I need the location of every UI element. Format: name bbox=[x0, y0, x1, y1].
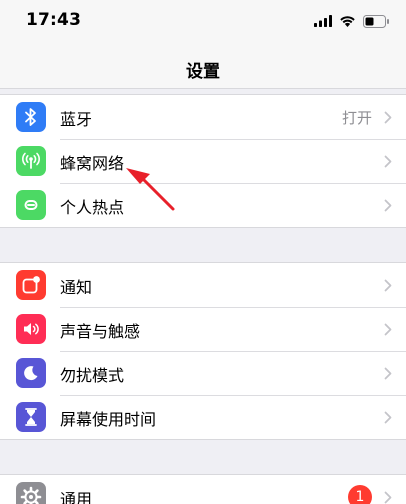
chevron-right-icon bbox=[384, 411, 392, 424]
settings-row-label: 屏幕使用时间 bbox=[60, 410, 157, 429]
settings-group-general: 通用 1 bbox=[0, 474, 406, 504]
settings-row-do-not-disturb[interactable]: 勿扰模式 bbox=[0, 351, 406, 395]
navigation-bar: 设置 bbox=[0, 42, 406, 89]
wifi-icon bbox=[340, 16, 355, 27]
chevron-right-icon bbox=[384, 367, 392, 380]
settings-row-label: 通知 bbox=[60, 278, 93, 297]
chevron-right-icon bbox=[384, 279, 392, 292]
settings-row-label: 勿扰模式 bbox=[60, 366, 125, 385]
chevron-right-icon bbox=[384, 491, 392, 504]
settings-row-sounds[interactable]: 声音与触感 bbox=[0, 307, 406, 351]
chevron-right-icon bbox=[384, 155, 392, 168]
settings-row-label: 通用 bbox=[60, 490, 93, 504]
chevron-right-icon bbox=[384, 111, 392, 124]
bluetooth-status: 打开 bbox=[341, 109, 372, 127]
page-title: 设置 bbox=[186, 62, 220, 82]
cellular-antenna-icon bbox=[16, 146, 46, 176]
settings-row-hotspot[interactable]: 个人热点 bbox=[0, 183, 406, 227]
settings-row-general[interactable]: 通用 1 bbox=[0, 475, 406, 504]
settings-row-bluetooth[interactable]: 蓝牙 打开 bbox=[0, 95, 406, 139]
status-time: 17:43 bbox=[26, 10, 82, 30]
status-bar: 17:43 bbox=[0, 0, 406, 42]
chevron-right-icon bbox=[384, 323, 392, 336]
moon-icon bbox=[16, 358, 46, 388]
status-icons bbox=[314, 13, 390, 29]
bluetooth-icon bbox=[16, 102, 46, 132]
settings-group-connectivity: 蓝牙 打开 蜂窝网络 个人热点 bbox=[0, 94, 406, 228]
notifications-icon bbox=[16, 270, 46, 300]
personal-hotspot-icon bbox=[16, 190, 46, 220]
cellular-signal-icon bbox=[314, 15, 332, 27]
speaker-icon bbox=[16, 314, 46, 344]
chevron-right-icon bbox=[384, 199, 392, 212]
battery-icon bbox=[363, 14, 389, 28]
settings-row-cellular[interactable]: 蜂窝网络 bbox=[0, 139, 406, 183]
settings-row-label: 蓝牙 bbox=[60, 110, 93, 129]
gear-icon bbox=[16, 482, 46, 504]
settings-row-notifications[interactable]: 通知 bbox=[0, 263, 406, 307]
settings-row-label: 声音与触感 bbox=[60, 322, 141, 341]
update-count-badge: 1 bbox=[348, 485, 372, 504]
settings-row-label: 蜂窝网络 bbox=[60, 154, 125, 173]
settings-screen: 17:43 设置 蓝牙 打开 蜂窝网络 个人热点 通知 声音与触感 勿扰模式 屏… bbox=[0, 0, 406, 504]
hourglass-icon bbox=[16, 402, 46, 432]
settings-row-label: 个人热点 bbox=[60, 198, 125, 217]
settings-row-screen-time[interactable]: 屏幕使用时间 bbox=[0, 395, 406, 439]
settings-group-notifications: 通知 声音与触感 勿扰模式 屏幕使用时间 bbox=[0, 262, 406, 440]
